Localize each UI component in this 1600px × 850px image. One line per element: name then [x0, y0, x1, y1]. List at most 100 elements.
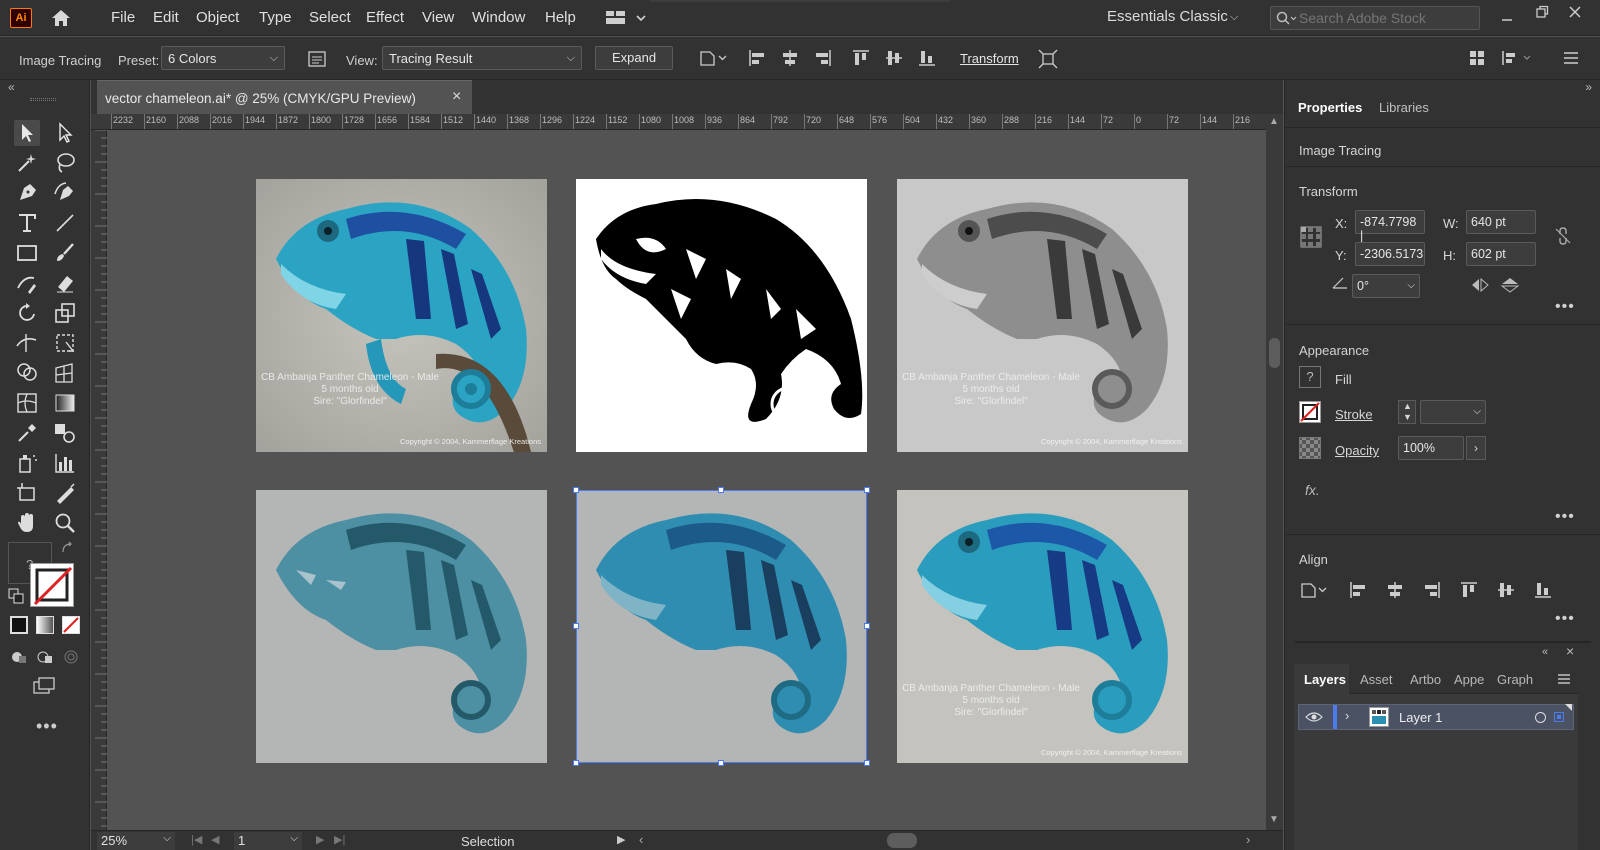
stock-search[interactable]	[1270, 6, 1480, 30]
align-top-icon[interactable]	[851, 48, 871, 68]
more-tools-icon[interactable]: •••	[36, 716, 58, 737]
menu-edit[interactable]: Edit	[153, 9, 179, 26]
selection-indicator-icon[interactable]	[1554, 712, 1564, 722]
arrange-documents-icon[interactable]	[606, 10, 648, 26]
menu-object[interactable]: Object	[196, 9, 239, 26]
swap-fill-stroke-icon[interactable]	[60, 540, 76, 556]
align-left-icon[interactable]	[1348, 580, 1368, 600]
zoom-tool-icon[interactable]	[52, 510, 78, 536]
opacity-field[interactable]: 100%	[1398, 436, 1464, 460]
color-mode-icon[interactable]	[10, 616, 28, 634]
hand-tool-icon[interactable]	[14, 510, 40, 536]
restore-icon[interactable]	[1535, 5, 1549, 19]
perspective-grid-tool-icon[interactable]	[52, 360, 78, 386]
align-right-icon[interactable]	[1422, 580, 1442, 600]
menu-select[interactable]: Select	[309, 9, 351, 26]
eye-icon[interactable]	[1305, 710, 1323, 724]
width-tool-icon[interactable]	[14, 330, 40, 356]
close-document-icon[interactable]: ×	[452, 88, 461, 106]
width-field[interactable]: 640 pt	[1466, 210, 1536, 234]
artwork-6-color-trace[interactable]	[576, 490, 867, 763]
artwork-grayscale[interactable]: CB Ambanja Panther Chameleon - Male 5 mo…	[897, 179, 1188, 452]
collapse-layers-icon[interactable]: «	[1542, 646, 1548, 658]
layer-name[interactable]: Layer 1	[1399, 710, 1442, 725]
stroke-weight-stepper[interactable]: ▲ ▼	[1398, 400, 1416, 424]
arrange-icon[interactable]	[1468, 49, 1486, 67]
chevron-down-icon[interactable]: ⌵	[1230, 11, 1238, 24]
workspace-switcher[interactable]: Essentials Classic	[1107, 8, 1228, 25]
minimize-icon[interactable]	[1500, 10, 1514, 24]
align-center-icon[interactable]	[1385, 580, 1405, 600]
draw-normal-icon[interactable]	[10, 648, 28, 666]
menu-view[interactable]: View	[422, 9, 454, 26]
menu-type[interactable]: Type	[259, 9, 292, 26]
scroll-thumb[interactable]	[1269, 338, 1280, 368]
direct-selection-tool-icon[interactable]	[52, 120, 78, 146]
horizontal-scroll-thumb[interactable]	[887, 833, 917, 848]
align-top-icon[interactable]	[1459, 580, 1479, 600]
lasso-tool-icon[interactable]	[52, 150, 78, 176]
canvas[interactable]: CB Ambanja Panther Chameleon - Male 5 mo…	[107, 130, 1266, 830]
artboard-tool-icon[interactable]	[14, 480, 40, 506]
handle-bottom-right[interactable]	[864, 760, 870, 766]
status-menu-icon[interactable]: ▶	[617, 833, 625, 846]
transform-link[interactable]: Transform	[960, 51, 1019, 66]
scroll-up-icon[interactable]: ▲	[1269, 116, 1279, 127]
handle-bottom-left[interactable]	[573, 760, 579, 766]
fx-icon[interactable]: fx.	[1305, 482, 1320, 498]
isolate-icon[interactable]	[1037, 48, 1059, 70]
first-artboard-icon[interactable]: |◀	[191, 833, 202, 846]
scroll-left-icon[interactable]: ‹	[639, 832, 643, 847]
constrain-proportions-icon[interactable]	[1553, 226, 1573, 246]
vertical-scrollbar[interactable]: ▲ ▼	[1266, 114, 1283, 830]
y-field[interactable]: -2306.5173	[1355, 242, 1425, 266]
eyedropper-tool-icon[interactable]	[14, 420, 40, 446]
handle-top-right[interactable]	[864, 487, 870, 493]
target-icon[interactable]	[1535, 712, 1546, 723]
tab-assets[interactable]: Asset	[1360, 672, 1393, 687]
handle-top-left[interactable]	[573, 487, 579, 493]
vertical-ruler[interactable]	[91, 129, 107, 830]
align-bottom-icon[interactable]	[917, 48, 937, 68]
none-mode-icon[interactable]	[62, 616, 80, 634]
handle-top-center[interactable]	[718, 487, 724, 493]
handle-bottom-center[interactable]	[718, 760, 724, 766]
toolbar-grip[interactable]	[30, 98, 56, 101]
artboard-number-field[interactable]: 1 ⌵	[234, 832, 302, 850]
rectangle-tool-icon[interactable]	[14, 240, 40, 266]
align-left-icon[interactable]	[747, 48, 767, 68]
handle-middle-left[interactable]	[573, 623, 579, 629]
artwork-full-color-trace[interactable]: CB Ambanja Panther Chameleon - Male 5 mo…	[897, 490, 1188, 763]
blend-tool-icon[interactable]	[52, 420, 78, 446]
rotate-tool-icon[interactable]	[14, 300, 40, 326]
paintbrush-tool-icon[interactable]	[52, 240, 78, 266]
preset-dropdown[interactable]: 6 Colors ⌵	[161, 46, 285, 70]
layer-row[interactable]: › Layer 1	[1298, 704, 1574, 730]
menu-effect[interactable]: Effect	[366, 9, 404, 26]
menu-icon[interactable]	[1557, 672, 1571, 686]
menu-icon[interactable]	[1562, 49, 1580, 67]
menu-file[interactable]: File	[111, 9, 135, 26]
view-dropdown[interactable]: Tracing Result ⌵	[382, 46, 582, 70]
tab-artboards[interactable]: Artbo	[1410, 672, 1441, 687]
tab-libraries[interactable]: Libraries	[1379, 100, 1429, 115]
zoom-field[interactable]: 25% ⌵	[97, 832, 175, 850]
handle-middle-right[interactable]	[864, 623, 870, 629]
more-options-icon[interactable]: •••	[1555, 508, 1575, 526]
align-center-icon[interactable]	[780, 48, 800, 68]
opacity-chevron-right-icon[interactable]: ›	[1466, 436, 1486, 460]
line-segment-tool-icon[interactable]	[52, 210, 78, 236]
artwork-bw-trace[interactable]	[576, 179, 867, 452]
expand-button[interactable]: Expand	[595, 46, 673, 70]
tab-properties[interactable]: Properties	[1298, 100, 1362, 115]
draw-behind-icon[interactable]	[36, 648, 54, 666]
default-colors-icon[interactable]	[8, 588, 24, 604]
expand-layer-icon[interactable]: ›	[1345, 708, 1349, 723]
close-window-icon[interactable]	[1568, 5, 1582, 19]
document-tab[interactable]: vector chameleon.ai* @ 25% (CMYK/GPU Pre…	[97, 80, 472, 114]
align-middle-icon[interactable]	[884, 48, 904, 68]
scroll-down-icon[interactable]: ▼	[1269, 814, 1279, 825]
type-tool-icon[interactable]	[14, 210, 40, 236]
pen-tool-icon[interactable]	[14, 180, 40, 206]
symbol-sprayer-tool-icon[interactable]	[14, 450, 40, 476]
